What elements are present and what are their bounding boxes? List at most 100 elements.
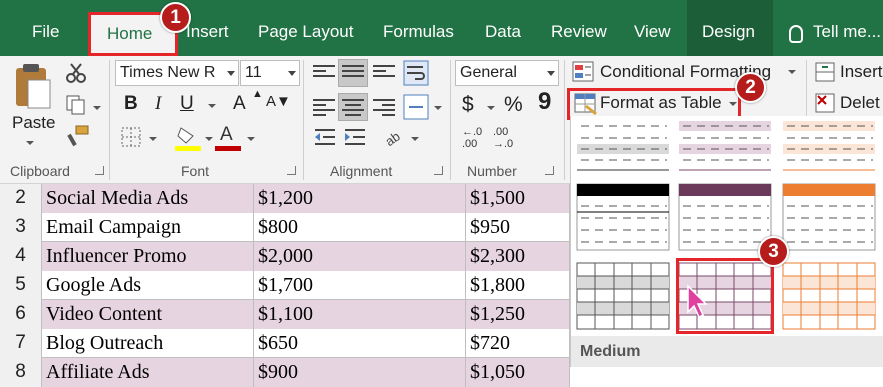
insert-cells-button[interactable]: Insert: [840, 62, 883, 82]
bottom-align-icon[interactable]: [373, 62, 395, 82]
currency-dropdown-icon[interactable]: [487, 106, 495, 110]
cell-campaign[interactable]: Email Campaign: [42, 213, 254, 242]
borders-dropdown-icon[interactable]: [149, 137, 157, 141]
decrease-indent-icon[interactable]: [313, 127, 337, 147]
fill-color-icon[interactable]: [175, 124, 201, 152]
tab-view[interactable]: View: [634, 22, 671, 42]
row-header[interactable]: 2: [0, 184, 42, 213]
cell-budget[interactable]: $800: [254, 213, 466, 242]
paste-button-label[interactable]: Paste: [12, 113, 55, 133]
orientation-icon[interactable]: ab: [382, 124, 406, 148]
row-header[interactable]: 4: [0, 242, 42, 271]
row-header[interactable]: 8: [0, 358, 42, 387]
align-right-icon[interactable]: [373, 96, 395, 116]
table-row[interactable]: 5 Google Ads $1,700 $1,800: [0, 271, 570, 300]
tab-insert[interactable]: Insert: [186, 22, 229, 42]
cell-campaign[interactable]: Social Media Ads: [42, 184, 254, 213]
tab-design[interactable]: Design: [702, 22, 755, 42]
cell-budget[interactable]: $900: [254, 358, 466, 387]
group-separator: [109, 60, 110, 180]
tell-me-search[interactable]: Tell me...: [813, 22, 881, 42]
cell-actual[interactable]: $2,300: [466, 242, 570, 271]
underline-dropdown-icon[interactable]: [208, 104, 216, 108]
cell-budget[interactable]: $650: [254, 329, 466, 358]
top-align-icon[interactable]: [313, 62, 335, 82]
comma-style-button[interactable]: 9: [538, 88, 551, 116]
orientation-dropdown-icon[interactable]: [411, 137, 419, 141]
align-left-icon[interactable]: [313, 96, 335, 116]
increase-indent-icon[interactable]: [343, 127, 367, 147]
cell-campaign[interactable]: Blog Outreach: [42, 329, 254, 358]
format-painter-icon[interactable]: [66, 124, 90, 148]
bold-button[interactable]: B: [124, 93, 138, 115]
gallery-section-label: Medium: [580, 343, 641, 360]
shrink-font-button[interactable]: A▼: [266, 93, 291, 110]
table-row[interactable]: 3 Email Campaign $800 $950: [0, 213, 570, 242]
number-dialog-launcher[interactable]: [545, 166, 554, 175]
cell-actual[interactable]: $950: [466, 213, 570, 242]
table-row[interactable]: 7 Blog Outreach $650 $720: [0, 329, 570, 358]
grow-font-button[interactable]: A: [233, 93, 246, 115]
format-as-table-dropdown-icon[interactable]: [729, 102, 737, 106]
increase-decimal-button[interactable]: ←.0 .00: [462, 126, 482, 150]
row-header[interactable]: 6: [0, 300, 42, 329]
delete-cells-button[interactable]: Delet: [840, 93, 880, 113]
tab-review[interactable]: Review: [551, 22, 607, 42]
cell-campaign[interactable]: Video Content: [42, 300, 254, 329]
table-row[interactable]: 4 Influencer Promo $2,000 $2,300: [0, 242, 570, 271]
wrap-text-icon[interactable]: [403, 60, 429, 86]
tab-formulas[interactable]: Formulas: [383, 22, 454, 42]
cell-budget[interactable]: $2,000: [254, 242, 466, 271]
cell-budget[interactable]: $1,700: [254, 271, 466, 300]
row-header[interactable]: 7: [0, 329, 42, 358]
cell-budget[interactable]: $1,100: [254, 300, 466, 329]
fill-color-dropdown-icon[interactable]: [205, 137, 213, 141]
percent-style-button[interactable]: %: [504, 93, 523, 117]
tab-file[interactable]: File: [32, 22, 59, 42]
underline-button[interactable]: U: [180, 93, 194, 115]
font-name-dropdown[interactable]: Times New R: [115, 60, 239, 86]
mouse-cursor-icon: [687, 284, 708, 319]
copy-dropdown-icon[interactable]: [93, 106, 101, 110]
italic-button[interactable]: I: [155, 93, 161, 115]
font-dialog-launcher[interactable]: [287, 166, 296, 175]
clipboard-dialog-launcher[interactable]: [95, 166, 104, 175]
borders-icon[interactable]: [120, 126, 142, 148]
conditional-formatting-dropdown-icon[interactable]: [788, 70, 796, 74]
merge-dropdown-icon[interactable]: [434, 106, 442, 110]
group-separator: [303, 60, 304, 180]
font-color-dropdown-icon[interactable]: [247, 137, 255, 141]
decrease-decimal-button[interactable]: .00 →.0: [493, 126, 513, 150]
cell-actual[interactable]: $1,050: [466, 358, 570, 387]
table-style-light-orange: [783, 116, 875, 171]
cell-budget[interactable]: $1,200: [254, 184, 466, 213]
currency-format-button[interactable]: $: [462, 93, 474, 117]
table-row[interactable]: 6 Video Content $1,100 $1,250: [0, 300, 570, 329]
paste-dropdown-icon[interactable]: [26, 141, 34, 145]
row-header[interactable]: 5: [0, 271, 42, 300]
row-header[interactable]: 3: [0, 213, 42, 242]
number-format-dropdown[interactable]: General: [455, 60, 559, 86]
format-as-table-button[interactable]: Format as Table: [600, 93, 722, 113]
cell-actual[interactable]: $720: [466, 329, 570, 358]
cell-actual[interactable]: $1,500: [466, 184, 570, 213]
table-style-medium-black: [576, 183, 670, 251]
cell-campaign[interactable]: Affiliate Ads: [42, 358, 254, 387]
paste-icon[interactable]: [12, 60, 54, 112]
cell-actual[interactable]: $1,800: [466, 271, 570, 300]
alignment-dialog-launcher[interactable]: [434, 166, 443, 175]
cell-campaign[interactable]: Influencer Promo: [42, 242, 254, 271]
tab-page-layout[interactable]: Page Layout: [258, 22, 353, 42]
copy-icon[interactable]: [65, 94, 87, 116]
table-style-grid-gray: [576, 262, 670, 330]
cell-campaign[interactable]: Google Ads: [42, 271, 254, 300]
table-row[interactable]: 2 Social Media Ads $1,200 $1,500: [0, 184, 570, 213]
cell-actual[interactable]: $1,250: [466, 300, 570, 329]
font-color-button[interactable]: A: [220, 124, 233, 146]
font-size-dropdown[interactable]: 11: [240, 60, 300, 86]
chevron-down-icon: [227, 71, 235, 76]
table-row[interactable]: 8 Affiliate Ads $900 $1,050: [0, 358, 570, 387]
cut-icon[interactable]: [65, 62, 87, 84]
merge-center-icon[interactable]: [403, 94, 429, 120]
tab-data[interactable]: Data: [485, 22, 521, 42]
